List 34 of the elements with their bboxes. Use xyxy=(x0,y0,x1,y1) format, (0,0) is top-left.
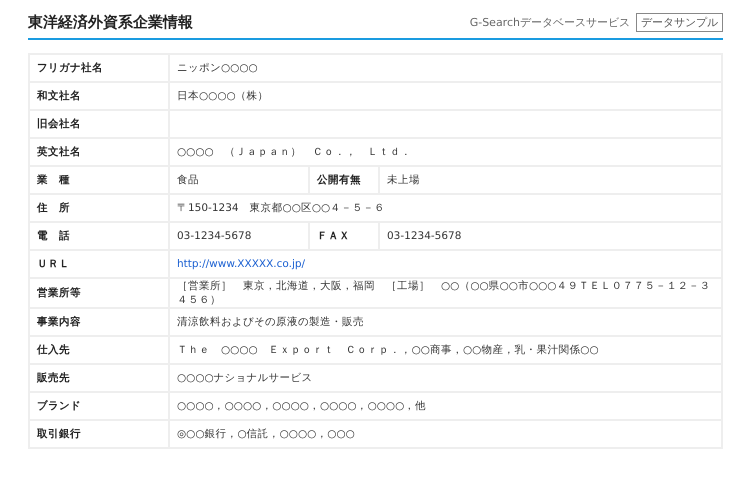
row-label: 仕入先 xyxy=(29,336,169,364)
row-label: ＦＡＸ xyxy=(309,222,379,250)
table-cell: 03-1234-5678 xyxy=(379,222,722,250)
sample-badge: データサンプル xyxy=(636,13,723,32)
row-label: 和文社名 xyxy=(29,82,169,110)
table-cell: 〒150-1234 東京都○○区○○４－５－６ xyxy=(169,194,722,222)
table-cell: 清涼飲料およびその原液の製造・販売 xyxy=(169,308,722,336)
table-cell: ニッポン○○○○ xyxy=(169,54,722,82)
row-label: 公開有無 xyxy=(309,166,379,194)
table-cell: ◎○○銀行，○信託，○○○○，○○○ xyxy=(169,420,722,448)
row-label: 業 種 xyxy=(29,166,169,194)
row-label: 販売先 xyxy=(29,364,169,392)
service-name: G-Searchデータベースサービス xyxy=(470,15,630,30)
row-label: 旧会社名 xyxy=(29,110,169,138)
row-label: 住 所 xyxy=(29,194,169,222)
row-label: 英文社名 xyxy=(29,138,169,166)
row-label: 取引銀行 xyxy=(29,420,169,448)
row-label: ブランド xyxy=(29,392,169,420)
row-label: 電 話 xyxy=(29,222,169,250)
row-label: フリガナ社名 xyxy=(29,54,169,82)
table-cell: ○○○○ナショナルサービス xyxy=(169,364,722,392)
row-label: 営業所等 xyxy=(29,278,169,308)
row-label: 事業内容 xyxy=(29,308,169,336)
url-link[interactable]: http://www.XXXXX.co.jp/ xyxy=(177,258,306,270)
table-cell: ○○○○ （Ｊａｐａｎ） Ｃｏ．， Ｌｔｄ． xyxy=(169,138,722,166)
table-cell: ［営業所］ 東京，北海道，大阪，福岡 ［工場］ ○○（○○県○○市○○○４９ＴＥＬ０７７５－１２－３４５６） xyxy=(169,278,722,308)
table-cell: Ｔｈｅ ○○○○ Ｅｘｐｏｒｔ Ｃｏｒｐ．，○○商事，○○物産，乳・果汁関係○○ xyxy=(169,336,722,364)
table-cell: 食品 xyxy=(169,166,309,194)
page-title: 東洋経済外資系企業情報 xyxy=(28,13,193,32)
table-cell: 日本○○○○（株） xyxy=(169,82,722,110)
table-cell: 03-1234-5678 xyxy=(169,222,309,250)
table-cell: ○○○○，○○○○，○○○○，○○○○，○○○○，他 xyxy=(169,392,722,420)
row-label: ＵＲＬ xyxy=(29,250,169,278)
table-cell: 未上場 xyxy=(379,166,722,194)
